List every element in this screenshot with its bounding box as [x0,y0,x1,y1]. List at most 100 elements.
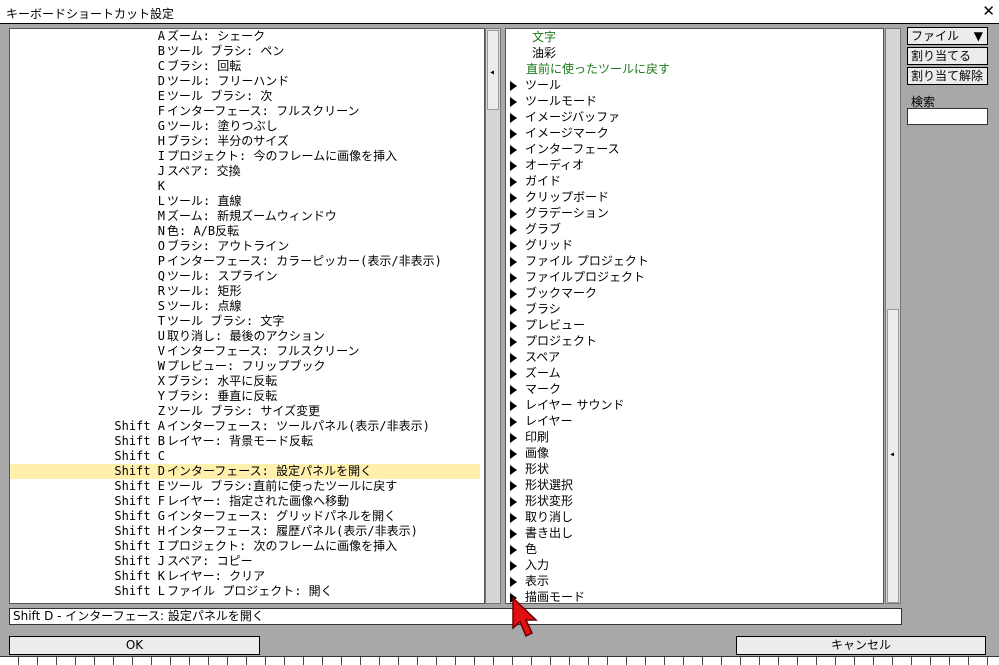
expand-triangle-icon[interactable] [510,288,517,299]
shortcut-row[interactable]: A ズーム: シェーク [10,29,480,44]
expand-triangle-icon[interactable] [510,176,517,187]
tree-category-item[interactable]: ズーム [510,365,561,381]
shortcut-row[interactable]: Shift D インターフェース: 設定パネルを開く [10,464,480,479]
tree-category-item[interactable]: 書き出し [510,525,573,541]
expand-triangle-icon[interactable] [510,448,517,459]
expand-triangle-icon[interactable] [510,320,517,331]
tree-category-item[interactable]: クリップボード [510,189,609,205]
tree-category-item[interactable]: イメージバッファ [510,109,620,125]
expand-triangle-icon[interactable] [510,400,517,411]
expand-triangle-icon[interactable] [510,544,517,555]
shortcut-row[interactable]: Shift L ファイル プロジェクト: 開く [10,584,480,599]
tree-category-item[interactable]: ツール [510,77,561,93]
shortcut-list-scrollbar[interactable]: ◂ [485,28,501,604]
expand-triangle-icon[interactable] [510,384,517,395]
action-tree[interactable]: 文字 油彩 直前に使ったツールに戻す ツール ツールモード イメージバッファ イメージマーク… [505,28,884,604]
shortcut-row[interactable]: D ツール: フリーハンド [10,74,480,89]
expand-triangle-icon[interactable] [510,416,517,427]
shortcut-row[interactable]: L ツール: 直線 [10,194,480,209]
shortcut-row[interactable]: M ズーム: 新規ズームウィンドウ [10,209,480,224]
shortcut-row[interactable]: Z ツール ブラシ: サイズ変更 [10,404,480,419]
expand-triangle-icon[interactable] [510,512,517,523]
shortcut-row[interactable]: Shift A インターフェース: ツールパネル(表示/非表示) [10,419,480,434]
shortcut-row[interactable]: W プレビュー: フリップブック [10,359,480,374]
expand-triangle-icon[interactable] [510,128,517,139]
tree-leaf-item[interactable]: 直前に使ったツールに戻す [526,61,670,77]
shortcut-row[interactable]: Shift F レイヤー: 指定された画像へ移動 [10,494,480,509]
tree-category-item[interactable]: ガイド [510,173,561,189]
assign-button[interactable]: 割り当てる [907,47,988,65]
shortcut-row[interactable]: Q ツール: スプライン [10,269,480,284]
shortcut-list[interactable]: A ズーム: シェーク B ツール ブラシ: ペン C ブラシ: 回転 D ツール: フリーハ… [9,28,485,604]
shortcut-row[interactable]: K [10,179,480,194]
tree-category-item[interactable]: レイヤー [510,413,573,429]
expand-triangle-icon[interactable] [510,352,517,363]
shortcut-row[interactable]: F インターフェース: フルスクリーン [10,104,480,119]
shortcut-row[interactable]: Shift H インターフェース: 履歴パネル(表示/非表示) [10,524,480,539]
tree-category-item[interactable]: プレビュー [510,317,585,333]
expand-triangle-icon[interactable] [510,432,517,443]
tree-category-item[interactable]: 印刷 [510,429,549,445]
shortcut-row[interactable]: C ブラシ: 回転 [10,59,480,74]
tree-leaf-item[interactable]: 文字 [532,29,556,45]
tree-category-item[interactable]: 画像 [510,445,549,461]
tree-category-item[interactable]: 取り消し [510,509,573,525]
expand-triangle-icon[interactable] [510,112,517,123]
expand-triangle-icon[interactable] [510,192,517,203]
shortcut-row[interactable]: B ツール ブラシ: ペン [10,44,480,59]
scroll-arrow-icon[interactable]: ◂ [489,67,495,78]
tree-category-item[interactable]: ファイル プロジェクト [510,253,649,269]
tree-category-item[interactable]: レイヤー サウンド [510,397,624,413]
shortcut-row[interactable]: H ブラシ: 半分のサイズ [10,134,480,149]
shortcut-row[interactable]: Y ブラシ: 垂直に反転 [10,389,480,404]
shortcut-row[interactable]: Shift E ツール ブラシ:直前に使ったツールに戻す [10,479,480,494]
tree-category-item[interactable]: マーク [510,381,561,397]
selected-shortcut-field[interactable]: Shift D - インターフェース: 設定パネルを開く [9,608,902,625]
tree-category-item[interactable]: 表示 [510,573,549,589]
shortcut-row[interactable]: G ツール: 塗りつぶし [10,119,480,134]
tree-category-item[interactable]: 形状選択 [510,477,573,493]
expand-triangle-icon[interactable] [510,496,517,507]
tree-category-item[interactable]: 色 [510,541,537,557]
tree-category-item[interactable]: ブックマーク [510,285,597,301]
shortcut-row[interactable]: T ツール ブラシ: 文字 [10,314,480,329]
shortcut-row[interactable]: Shift C [10,449,480,464]
tree-category-item[interactable]: グラデーション [510,205,609,221]
tree-category-item[interactable]: インターフェース [510,141,620,157]
shortcut-row[interactable]: V インターフェース: フルスクリーン [10,344,480,359]
expand-triangle-icon[interactable] [510,80,517,91]
expand-triangle-icon[interactable] [510,160,517,171]
tree-category-item[interactable]: グラブ [510,221,561,237]
expand-triangle-icon[interactable] [510,224,517,235]
expand-triangle-icon[interactable] [510,576,517,587]
tree-category-item[interactable]: プロジェクト [510,333,597,349]
tree-category-item[interactable]: オーディオ [510,157,584,173]
expand-triangle-icon[interactable] [510,464,517,475]
tree-leaf-item[interactable]: 油彩 [532,45,556,61]
shortcut-row[interactable]: P インターフェース: カラーピッカー(表示/非表示) [10,254,480,269]
tree-category-item[interactable]: イメージマーク [510,125,609,141]
shortcut-row[interactable]: S ツール: 点線 [10,299,480,314]
expand-triangle-icon[interactable] [510,256,517,267]
expand-triangle-icon[interactable] [510,336,517,347]
shortcut-row[interactable]: Shift J スペア: コピー [10,554,480,569]
expand-triangle-icon[interactable] [510,368,517,379]
close-icon[interactable]: ✕ [982,2,995,20]
unassign-button[interactable]: 割り当て解除 [907,67,988,85]
expand-triangle-icon[interactable] [510,528,517,539]
shortcut-row[interactable]: R ツール: 矩形 [10,284,480,299]
shortcut-row[interactable]: E ツール ブラシ: 次 [10,89,480,104]
cancel-button[interactable]: キャンセル [736,636,986,655]
expand-triangle-icon[interactable] [510,208,517,219]
tree-category-item[interactable]: 形状変形 [510,493,573,509]
file-dropdown[interactable]: ファイル ▼ [907,27,988,45]
expand-triangle-icon[interactable] [510,304,517,315]
expand-triangle-icon[interactable] [510,144,517,155]
shortcut-row[interactable]: I プロジェクト: 今のフレームに画像を挿入 [10,149,480,164]
tree-category-item[interactable]: 入力 [510,557,549,573]
shortcut-row[interactable]: O ブラシ: アウトライン [10,239,480,254]
expand-triangle-icon[interactable] [510,560,517,571]
tree-category-item[interactable]: ツールモード [510,93,597,109]
shortcut-row[interactable]: Shift K レイヤー: クリア [10,569,480,584]
shortcut-row[interactable]: Shift B レイヤー: 背景モード反転 [10,434,480,449]
